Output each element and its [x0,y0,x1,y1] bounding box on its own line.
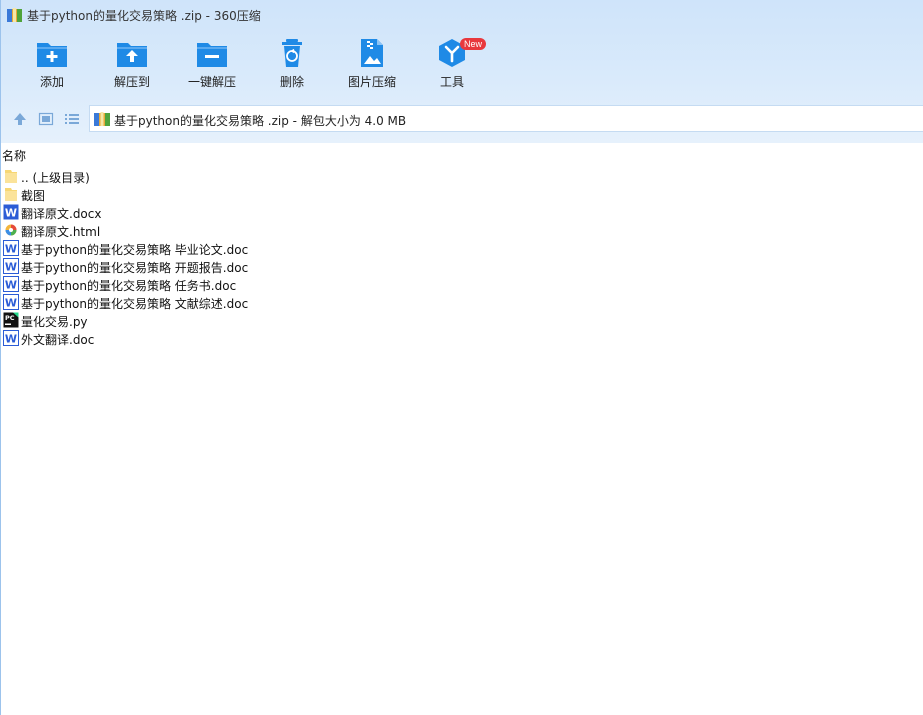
window-title: 基于python的量化交易策略 .zip - 360压缩 [27,9,261,23]
extract-to-icon [117,43,147,67]
pycharm-py-icon: PC [3,312,19,328]
column-header-name[interactable]: 名称 [0,145,923,163]
folder-icon [5,170,17,183]
image-compress-icon [361,39,383,67]
word-doc-icon: W [3,240,19,256]
word-doc-icon: W [3,294,19,310]
svg-text:W: W [5,297,17,310]
image-compress-button[interactable]: 图片压缩 [332,38,412,98]
file-name: 翻译原文.docx [21,207,102,221]
list-item-parent-directory[interactable]: .. (上级目录) [0,167,923,185]
svg-text:W: W [5,261,17,274]
list-item[interactable]: W 基于python的量化交易策略 毕业论文.doc [0,239,923,257]
file-name: 基于python的量化交易策略 开题报告.doc [21,261,249,275]
list-item[interactable]: W 翻译原文.docx [0,203,923,221]
list-view-icon[interactable] [64,111,80,127]
list-item[interactable]: W 外文翻译.doc [0,329,923,347]
toolbar: 添加 解压到 一键解压 删除 图片压缩 New 工具 [0,30,923,102]
list-item[interactable]: W 基于python的量化交易策略 文献综述.doc [0,293,923,311]
svg-text:W: W [5,243,17,256]
svg-text:W: W [5,207,17,220]
one-click-extract-button[interactable]: 一键解压 [172,38,252,98]
list-item[interactable]: W 基于python的量化交易策略 任务书.doc [0,275,923,293]
delete-button[interactable]: 删除 [252,38,332,98]
column-name-label: 名称 [2,149,27,163]
file-name: 基于python的量化交易策略 毕业论文.doc [21,243,249,257]
extract-to-button[interactable]: 解压到 [92,38,172,98]
add-label: 添加 [39,75,64,89]
list-item[interactable]: 翻译原文.html [0,221,923,239]
zip-file-icon [94,112,110,126]
svg-text:W: W [5,279,17,292]
trash-icon [282,39,302,67]
word-doc-icon: W [3,330,19,346]
list-item[interactable]: W 基于python的量化交易策略 开题报告.doc [0,257,923,275]
html-browser-icon [5,224,17,236]
add-folder-icon [37,43,67,67]
one-click-extract-label: 一键解压 [187,75,236,89]
file-name: 基于python的量化交易策略 任务书.doc [21,279,237,293]
tools-button[interactable]: New 工具 [412,38,492,98]
new-badge: New [460,38,487,50]
one-click-extract-icon [197,43,227,67]
list-item[interactable]: PC 量化交易.py [0,311,923,329]
add-button[interactable]: 添加 [12,38,92,98]
tools-label: 工具 [439,75,464,89]
svg-text:PC: PC [5,314,15,322]
thumbnail-view-icon[interactable] [38,111,54,127]
archive-app-icon [7,8,22,22]
address-bar[interactable]: 基于python的量化交易策略 .zip - 解包大小为 4.0 MB [89,105,923,132]
svg-text:W: W [5,333,17,346]
word-doc-icon: W [3,258,19,274]
file-name: 量化交易.py [21,315,88,329]
delete-label: 删除 [279,75,304,89]
address-path: 基于python的量化交易策略 .zip - 解包大小为 4.0 MB [114,114,407,128]
title-bar[interactable]: 基于python的量化交易策略 .zip - 360压缩 [0,0,923,30]
list-item[interactable]: 截图 [0,185,923,203]
file-name: 翻译原文.html [21,225,101,239]
file-name: 截图 [21,189,46,203]
file-name: 外文翻译.doc [21,333,95,347]
file-name: .. (上级目录) [21,171,90,185]
file-name: 基于python的量化交易策略 文献综述.doc [21,297,249,311]
file-list: .. (上级目录) 截图 W 翻译原文.docx 翻译原文.html W 基于p… [0,167,923,347]
word-docx-icon: W [3,204,19,220]
up-arrow-icon[interactable] [12,111,28,127]
image-compress-label: 图片压缩 [347,75,396,89]
folder-icon [5,188,17,201]
word-doc-icon: W [3,276,19,292]
extract-to-label: 解压到 [113,75,150,89]
